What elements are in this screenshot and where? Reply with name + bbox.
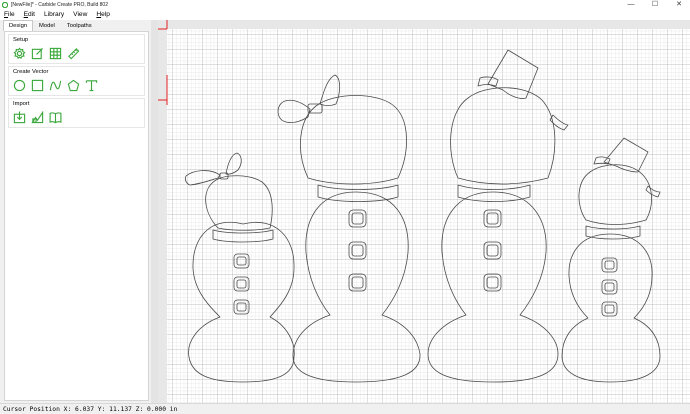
grid-icon[interactable] (49, 47, 62, 60)
menu-file[interactable]: File (4, 11, 15, 18)
left-panel: Design Model Toolpaths Setup Create Vect… (0, 20, 151, 403)
text-icon[interactable] (85, 79, 98, 92)
image-trace-icon[interactable] (31, 111, 44, 124)
measure-icon[interactable] (67, 47, 80, 60)
book-icon[interactable] (49, 111, 62, 124)
menu-help[interactable]: Help (96, 11, 110, 18)
cursor-position-readout: Cursor Position X: 6.037 Y: 11.137 Z: 0.… (3, 405, 178, 413)
setup-section: Setup (8, 34, 145, 64)
menu-bar: File Edit Library View Help (0, 9, 690, 20)
canvas-drawing[interactable] (158, 20, 690, 403)
rectangle-icon[interactable] (31, 79, 44, 92)
menu-edit[interactable]: Edit (24, 11, 35, 18)
edit-icon[interactable] (31, 47, 44, 60)
import-section: Import (8, 98, 145, 128)
gear-icon[interactable] (13, 47, 26, 60)
curve-icon[interactable] (49, 79, 62, 92)
design-canvas[interactable] (158, 20, 690, 403)
polygon-icon[interactable] (67, 79, 80, 92)
create-vector-section: Create Vector (8, 66, 145, 96)
title-bar: [NewFile]* - Carbide Create PRO, Build 8… (0, 0, 690, 9)
import-title: Import (13, 101, 30, 107)
design-tab-content: Setup Create Vector Import (4, 31, 149, 401)
circle-icon[interactable] (13, 79, 26, 92)
left-panel-scrollbar[interactable] (151, 20, 158, 403)
status-bar: Cursor Position X: 6.037 Y: 11.137 Z: 0.… (0, 403, 690, 414)
minimize-button[interactable]: — (626, 0, 636, 9)
mode-tabs: Design Model Toolpaths (0, 20, 151, 31)
create-vector-title: Create Vector (13, 69, 49, 75)
menu-library[interactable]: Library (44, 11, 64, 18)
menu-view[interactable]: View (73, 11, 87, 18)
carbide-app-icon (2, 1, 8, 8)
close-button[interactable]: ✕ (674, 0, 684, 9)
import-icon[interactable] (13, 111, 26, 124)
tab-design[interactable]: Design (3, 20, 34, 31)
setup-title: Setup (13, 37, 29, 43)
window-title: [NewFile]* - Carbide Create PRO, Build 8… (11, 1, 108, 8)
maximize-button[interactable]: ☐ (650, 0, 660, 9)
tab-model[interactable]: Model (33, 20, 61, 31)
tab-toolpaths[interactable]: Toolpaths (61, 20, 98, 31)
